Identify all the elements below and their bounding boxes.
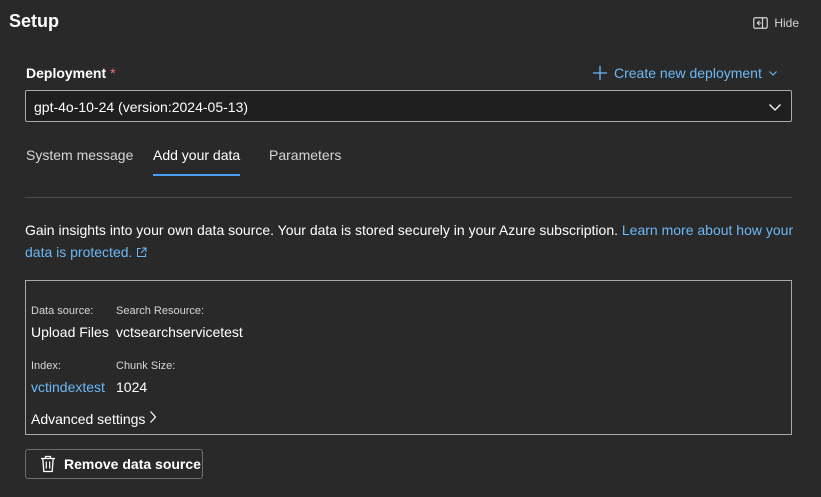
tab-add-your-data[interactable]: Add your data — [153, 147, 241, 176]
hide-label: Hide — [774, 16, 799, 30]
search-resource-value: vctsearchservicetest — [116, 324, 243, 340]
data-source-value: Upload Files — [31, 324, 109, 340]
panel-title: Setup — [9, 11, 60, 31]
tab-parameters[interactable]: Parameters — [269, 147, 341, 163]
trash-icon — [40, 455, 56, 473]
setup-panel: Setup Hide Deployment * Create new deploy… — [0, 0, 821, 497]
advanced-settings-label: Advanced settings — [31, 410, 146, 427]
data-source-label: Data source: — [31, 305, 94, 317]
chunk-size-label: Chunk Size: — [116, 360, 176, 372]
chevron-right-icon — [149, 410, 157, 427]
tab-system-message[interactable]: System message — [26, 147, 133, 163]
deployment-label: Deployment * — [26, 65, 116, 81]
deployment-select[interactable]: gpt-4o-10-24 (version:2024-05-13) — [25, 90, 792, 122]
data-source-card: Data source: Search Resource: Upload Fil… — [25, 280, 792, 435]
hide-button[interactable]: Hide — [753, 16, 799, 30]
open-external-icon — [136, 242, 147, 264]
remove-data-source-button[interactable]: Remove data source — [25, 449, 203, 479]
plus-icon — [592, 65, 608, 81]
chevron-down-icon — [768, 100, 782, 118]
chevron-down-icon — [768, 68, 778, 78]
panel-collapse-icon — [753, 17, 769, 29]
active-tab-indicator — [153, 174, 241, 176]
search-resource-label: Search Resource: — [116, 305, 205, 317]
index-label: Index: — [31, 360, 61, 372]
advanced-settings-toggle[interactable]: Advanced settings — [31, 410, 157, 427]
index-link[interactable]: vctindextest — [31, 379, 105, 395]
required-marker: * — [110, 65, 116, 81]
remove-data-source-label: Remove data source — [64, 456, 201, 472]
deployment-select-value: gpt-4o-10-24 (version:2024-05-13) — [34, 99, 249, 115]
create-new-deployment-label: Create new deployment — [614, 65, 762, 81]
create-new-deployment-link[interactable]: Create new deployment — [592, 65, 778, 81]
chunk-size-value: 1024 — [116, 379, 148, 395]
description: Gain insights into your own data source.… — [25, 219, 795, 264]
divider — [25, 197, 792, 198]
description-text: Gain insights into your own data source.… — [25, 222, 618, 238]
